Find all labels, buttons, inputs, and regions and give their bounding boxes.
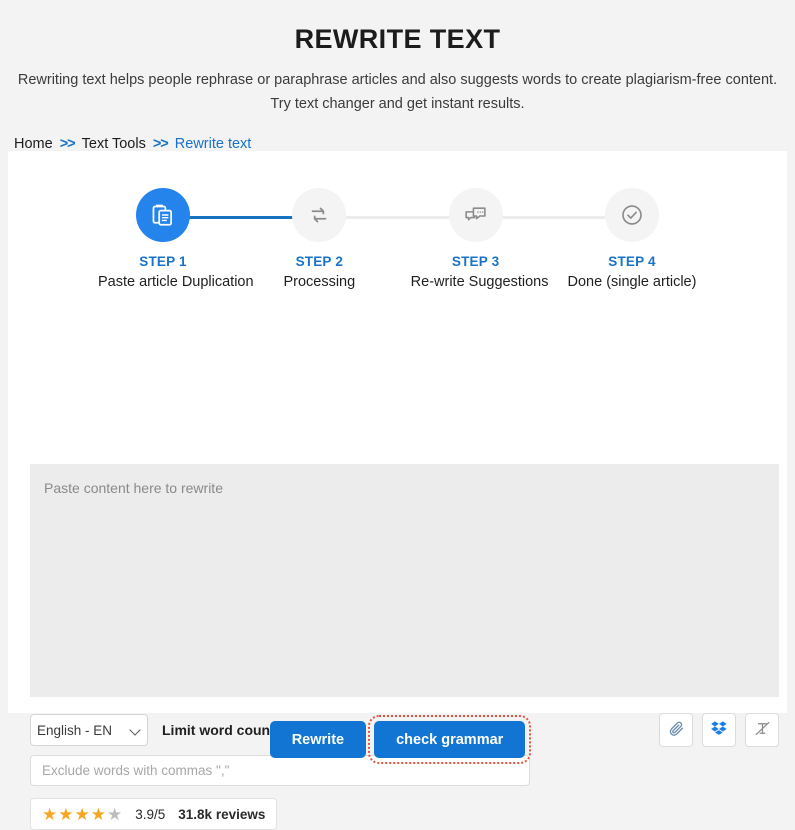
- speech-bubbles-icon: [463, 203, 488, 228]
- stepper-step-1[interactable]: STEP 1 Paste article Duplication: [98, 188, 254, 290]
- breadcrumb-item-rewrite-text[interactable]: Rewrite text: [175, 136, 252, 152]
- star-rating: ★ ★ ★ ★ ★: [42, 806, 122, 823]
- stepper-step-2[interactable]: STEP 2 Processing: [254, 188, 384, 290]
- tool-card: STEP 1 Paste article Duplication STEP 2 …: [8, 151, 787, 830]
- breadcrumb-separator: >>: [59, 136, 76, 152]
- clipboard-paste-icon: [150, 202, 176, 228]
- stepper-step-1-circle: [136, 188, 190, 242]
- breadcrumb-item-text-tools[interactable]: Text Tools: [82, 136, 146, 152]
- star-filled-icon: ★: [58, 804, 74, 824]
- stepper-step-4[interactable]: STEP 4 Done (single article): [567, 188, 697, 290]
- stepper-step-2-label: Processing: [283, 274, 356, 290]
- stepper-step-3-number: STEP 3: [451, 254, 500, 269]
- breadcrumb-separator: >>: [152, 136, 169, 152]
- page-title: REWRITE TEXT: [294, 24, 501, 54]
- check-grammar-button[interactable]: check grammar: [368, 715, 532, 764]
- star-filled-icon: ★: [74, 804, 90, 824]
- stepper-step-4-circle: [604, 188, 659, 242]
- rewrite-button[interactable]: Rewrite: [269, 721, 367, 758]
- stepper-step-3-circle: [448, 188, 503, 242]
- stepper-step-4-number: STEP 4: [608, 254, 656, 269]
- rating-widget: ★ ★ ★ ★ ★ 3.9/5 31.8k reviews: [30, 798, 278, 830]
- check-circle-icon: [619, 202, 645, 228]
- rating-review-count: 31.8k reviews: [178, 806, 266, 822]
- stepper-step-2-circle: [292, 188, 347, 242]
- stepper: STEP 1 Paste article Duplication STEP 2 …: [40, 188, 755, 290]
- stepper-step-3[interactable]: STEP 3 Re-write Suggestions: [410, 188, 549, 290]
- stepper-step-1-label: Paste article Duplication: [98, 274, 254, 290]
- exclude-words-input[interactable]: [30, 755, 530, 786]
- breadcrumb-item-home[interactable]: Home: [14, 136, 53, 152]
- rating-score: 3.9/5: [135, 806, 166, 822]
- star-filled-icon: ★: [42, 804, 58, 824]
- stepper-steps: STEP 1 Paste article Duplication STEP 2 …: [40, 188, 755, 290]
- star-filled-icon: ★: [90, 804, 106, 824]
- action-bar: Rewrite check grammar: [0, 715, 795, 764]
- page-description: Rewriting text helps people rephrase or …: [17, 72, 778, 112]
- rewrite-text-input[interactable]: [30, 464, 779, 697]
- stepper-step-1-number: STEP 1: [139, 254, 187, 269]
- star-empty-icon: ★: [107, 804, 123, 824]
- stepper-step-4-label: Done (single article): [567, 274, 697, 290]
- repeat-arrows-icon: [306, 202, 332, 228]
- stepper-step-3-label: Re-write Suggestions: [410, 274, 549, 290]
- stepper-step-2-number: STEP 2: [295, 254, 344, 269]
